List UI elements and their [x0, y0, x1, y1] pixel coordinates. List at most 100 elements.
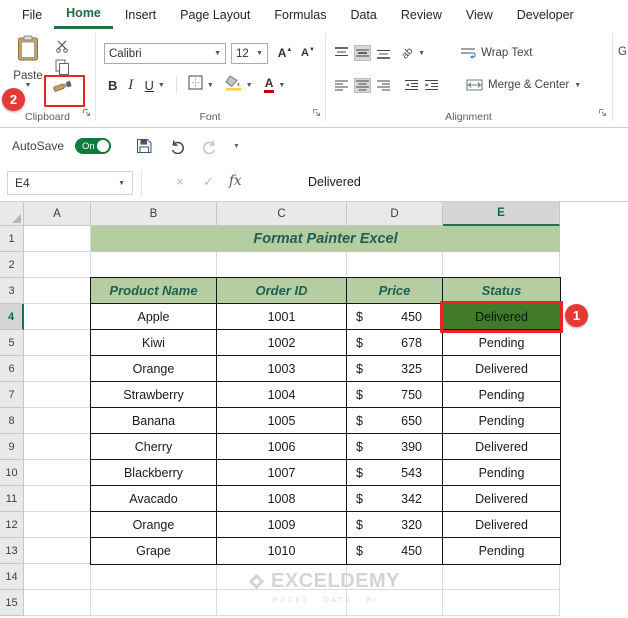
borders-button[interactable] — [188, 75, 203, 95]
enter-button[interactable]: ✓ — [203, 174, 214, 190]
cell-status[interactable]: Delivered — [443, 486, 560, 512]
cut-button[interactable] — [50, 39, 74, 59]
cell-status[interactable]: Delivered — [443, 356, 560, 382]
cell-status[interactable]: Delivered — [443, 434, 560, 460]
cell-status[interactable]: Pending — [443, 330, 560, 356]
cell-product[interactable]: Avacado — [91, 486, 217, 512]
cell-price[interactable]: $450 — [347, 304, 443, 330]
column-header-a[interactable]: A — [24, 202, 91, 226]
cell-price[interactable]: $390 — [347, 434, 443, 460]
row-header[interactable]: 2 — [0, 252, 24, 278]
column-header-d[interactable]: D — [347, 202, 443, 226]
cell-product[interactable]: Kiwi — [91, 330, 217, 356]
number-format-partial[interactable]: G — [618, 46, 627, 58]
table-header-price[interactable]: Price — [347, 278, 443, 304]
cell-price[interactable]: $750 — [347, 382, 443, 408]
cell-product[interactable]: Cherry — [91, 434, 217, 460]
row-header[interactable]: 9 — [0, 434, 24, 460]
bold-button[interactable]: B — [108, 78, 117, 93]
cell-price[interactable]: $650 — [347, 408, 443, 434]
decrease-indent-button[interactable] — [404, 79, 419, 91]
tab-view[interactable]: View — [454, 0, 505, 29]
insert-function-button[interactable]: fx — [229, 173, 242, 189]
tab-developer[interactable]: Developer — [505, 0, 586, 29]
row-header[interactable]: 11 — [0, 486, 24, 512]
wrap-text-label[interactable]: Wrap Text — [481, 47, 532, 59]
name-box[interactable]: E4 ▼ — [7, 171, 133, 195]
borders-chevron-icon[interactable]: ▼ — [207, 82, 214, 89]
tab-review[interactable]: Review — [389, 0, 454, 29]
align-bottom-button[interactable] — [376, 46, 391, 60]
cell-price[interactable]: $543 — [347, 460, 443, 486]
decrease-font-size-button[interactable]: A ▼ — [296, 43, 320, 63]
increase-font-size-button[interactable]: A ▲ — [273, 43, 297, 63]
row-header[interactable]: 3 — [0, 278, 24, 304]
sheet-title-cell[interactable]: Format Painter Excel — [91, 226, 560, 252]
tab-file[interactable]: File — [10, 0, 54, 29]
cell-price[interactable]: $320 — [347, 512, 443, 538]
cell-product[interactable]: Strawberry — [91, 382, 217, 408]
align-left-button[interactable] — [334, 79, 349, 92]
tab-page-layout[interactable]: Page Layout — [168, 0, 262, 29]
cell-product[interactable]: Apple — [91, 304, 217, 330]
font-color-button[interactable]: A — [263, 76, 275, 94]
row-header[interactable]: 12 — [0, 512, 24, 538]
row-header[interactable]: 1 — [0, 226, 24, 252]
cell-product[interactable]: Orange — [91, 512, 217, 538]
row-header[interactable]: 13 — [0, 538, 24, 564]
cell-price[interactable]: $678 — [347, 330, 443, 356]
row-header[interactable]: 7 — [0, 382, 24, 408]
underline-button[interactable]: U — [145, 78, 154, 93]
cell-order[interactable]: 1001 — [217, 304, 347, 330]
cell-price[interactable]: $450 — [347, 538, 443, 564]
cell-price[interactable]: $342 — [347, 486, 443, 512]
tab-formulas[interactable]: Formulas — [262, 0, 338, 29]
save-button[interactable] — [136, 138, 152, 154]
orientation-chevron-icon[interactable]: ▼ — [418, 50, 425, 57]
row-header[interactable]: 5 — [0, 330, 24, 356]
underline-options-chevron-icon[interactable]: ▼ — [158, 82, 165, 89]
fill-color-button[interactable] — [225, 74, 242, 96]
tab-data[interactable]: Data — [338, 0, 388, 29]
cell-product[interactable]: Orange — [91, 356, 217, 382]
cell-order[interactable]: 1009 — [217, 512, 347, 538]
column-header-c[interactable]: C — [217, 202, 347, 226]
cell-order[interactable]: 1010 — [217, 538, 347, 564]
column-header-b[interactable]: B — [91, 202, 217, 226]
font-color-chevron-icon[interactable]: ▼ — [278, 82, 285, 89]
font-size-combo[interactable]: 12 ▼ — [231, 43, 268, 64]
row-header[interactable]: 10 — [0, 460, 24, 486]
italic-button[interactable]: I — [128, 78, 133, 93]
cell-order[interactable]: 1003 — [217, 356, 347, 382]
row-header[interactable]: 14 — [0, 564, 24, 590]
tab-insert[interactable]: Insert — [113, 0, 168, 29]
cell-product[interactable]: Blackberry — [91, 460, 217, 486]
font-dialog-launcher-icon[interactable] — [312, 104, 321, 122]
cell-price[interactable]: $325 — [347, 356, 443, 382]
cell-order[interactable]: 1004 — [217, 382, 347, 408]
align-top-button[interactable] — [334, 46, 349, 60]
cell-status[interactable]: Pending — [443, 408, 560, 434]
fill-color-chevron-icon[interactable]: ▼ — [246, 82, 253, 89]
paste-button[interactable]: Paste ▼ — [8, 35, 48, 89]
cell-product[interactable]: Grape — [91, 538, 217, 564]
autosave-toggle[interactable]: On — [75, 138, 112, 154]
cell-status[interactable]: Pending — [443, 538, 560, 564]
merge-center-label[interactable]: Merge & Center — [488, 79, 569, 91]
cancel-button[interactable]: × — [176, 174, 184, 189]
table-header-product-name[interactable]: Product Name — [91, 278, 217, 304]
row-header-selected[interactable]: 4 — [0, 304, 24, 330]
undo-button[interactable] — [169, 139, 186, 154]
row-header[interactable]: 8 — [0, 408, 24, 434]
cell-order[interactable]: 1002 — [217, 330, 347, 356]
column-header-e[interactable]: E — [443, 202, 560, 226]
cell-order[interactable]: 1007 — [217, 460, 347, 486]
select-all-corner[interactable] — [0, 202, 24, 226]
cell-status[interactable]: Pending — [443, 382, 560, 408]
row-header[interactable]: 6 — [0, 356, 24, 382]
increase-indent-button[interactable] — [424, 79, 439, 91]
table-header-order-id[interactable]: Order ID — [217, 278, 347, 304]
cell-order[interactable]: 1005 — [217, 408, 347, 434]
align-center-button[interactable] — [354, 77, 371, 93]
align-right-button[interactable] — [376, 79, 391, 92]
